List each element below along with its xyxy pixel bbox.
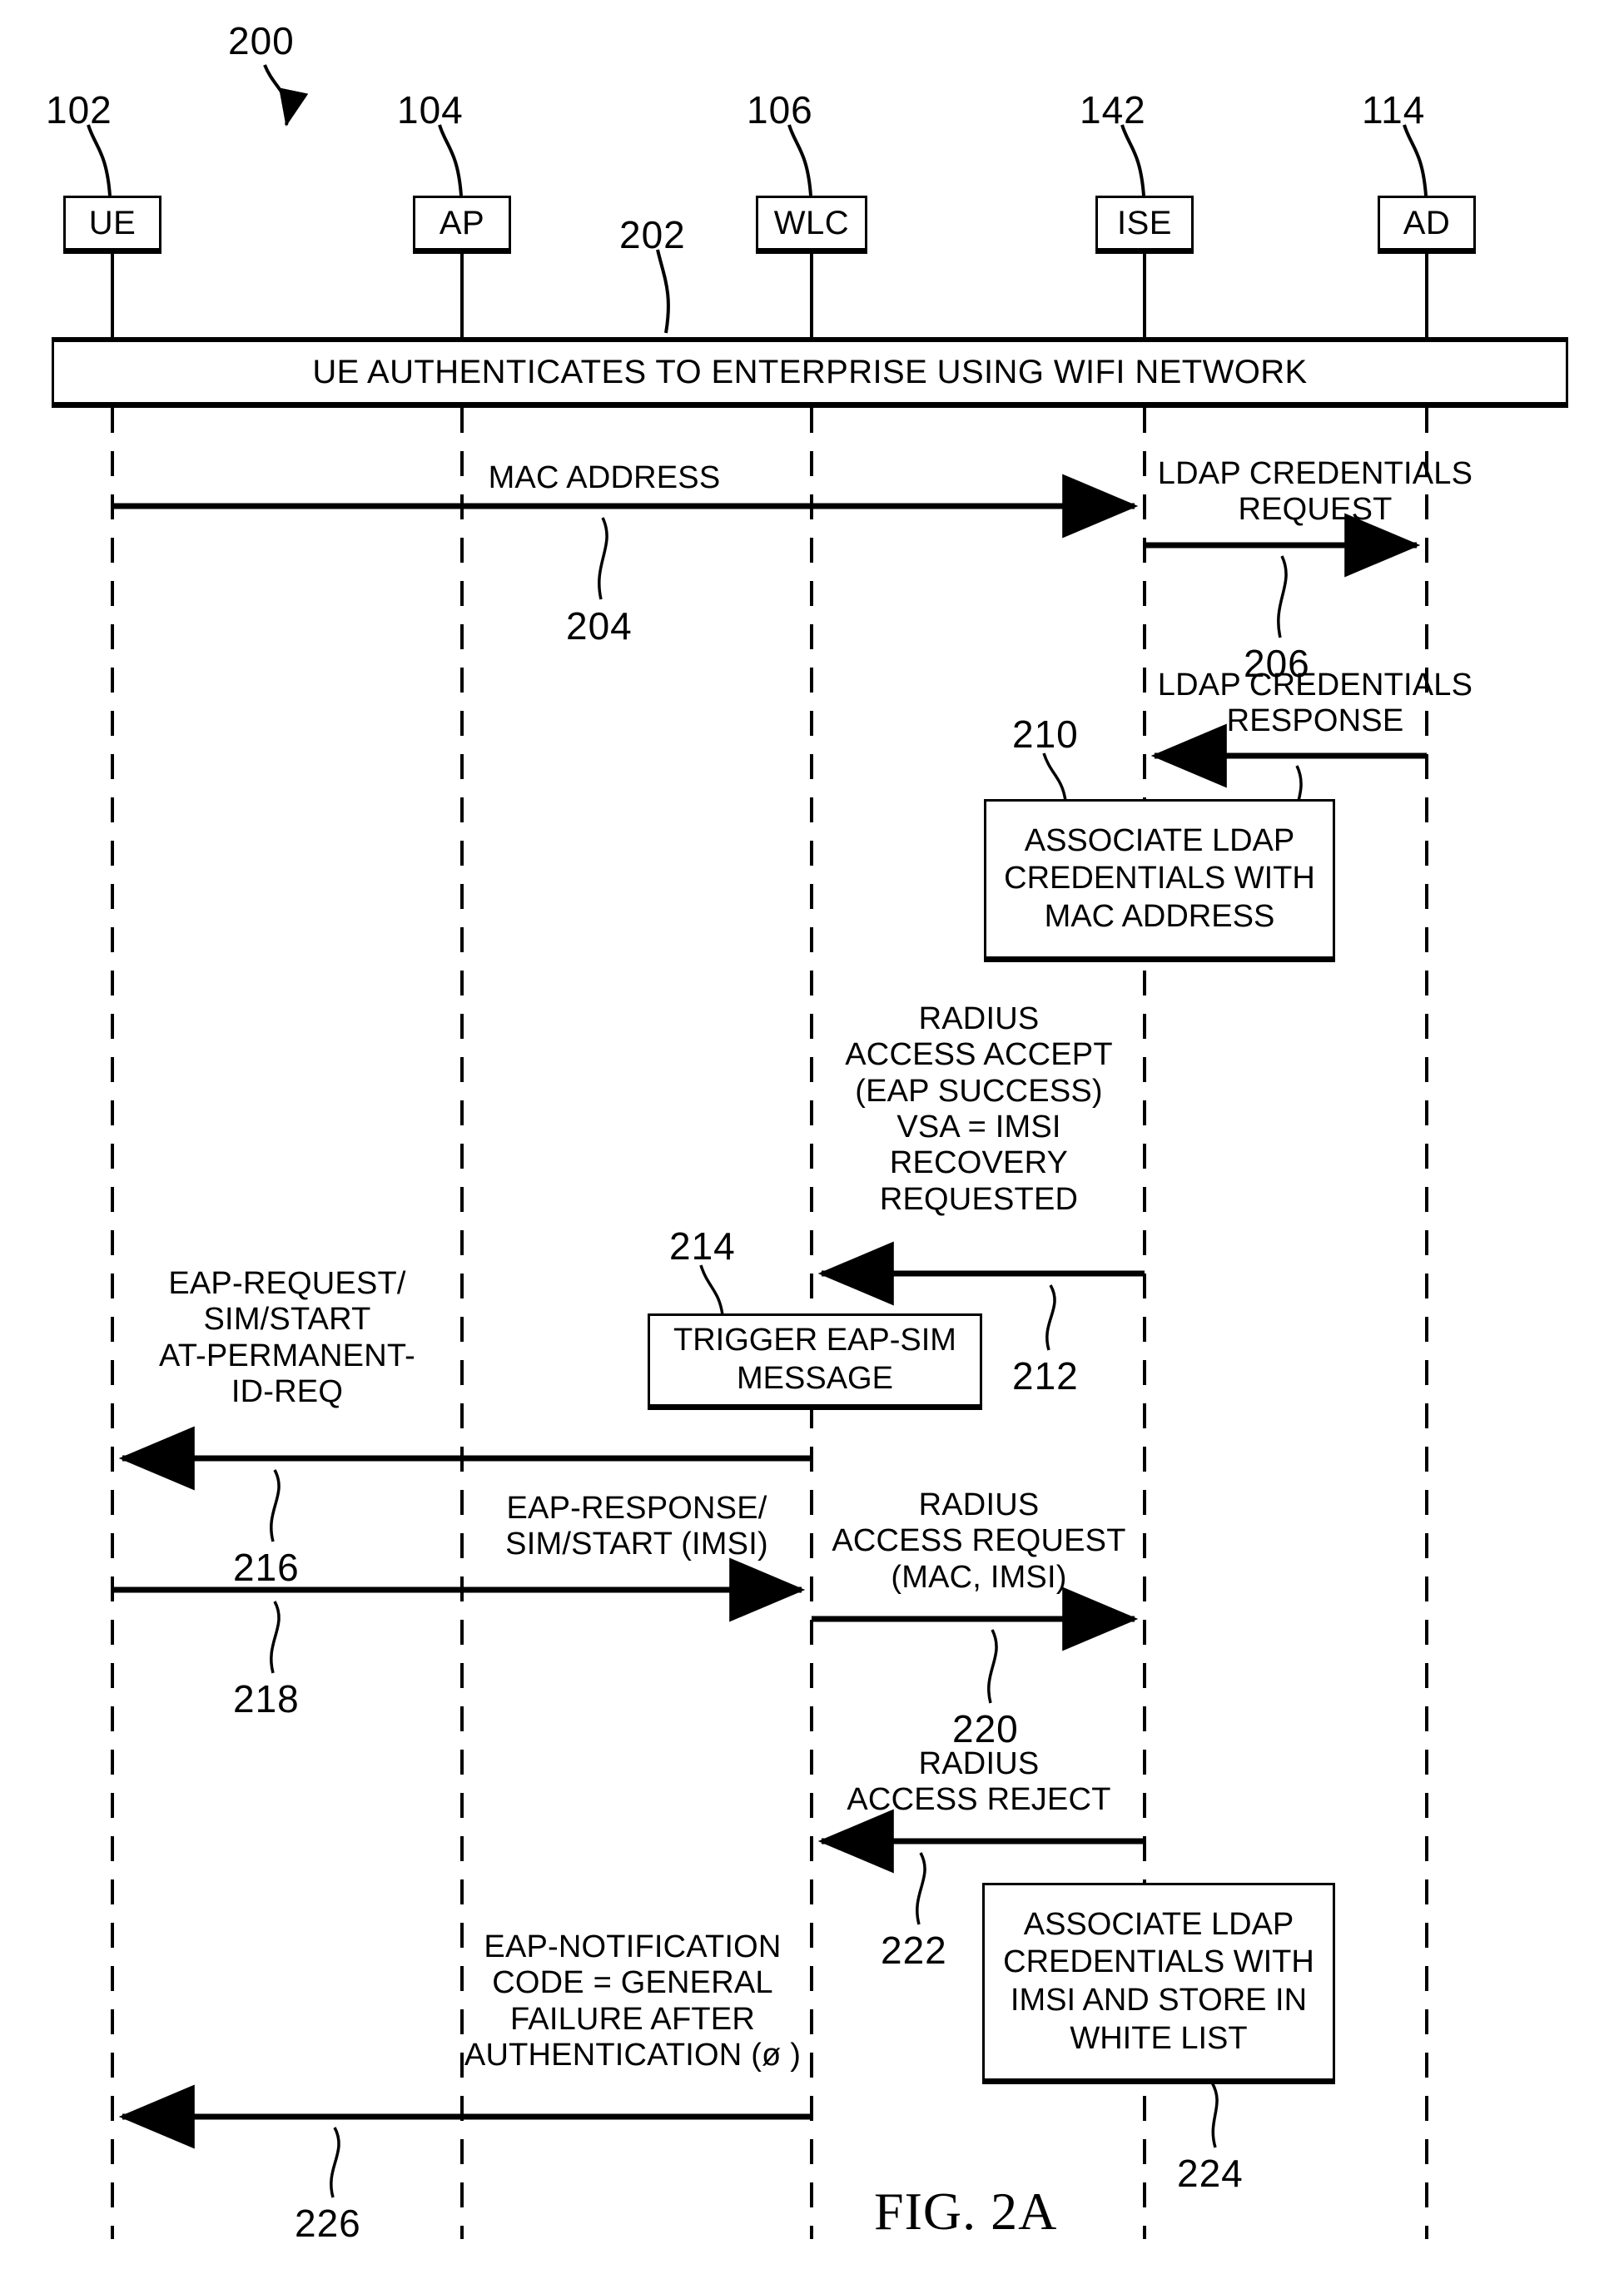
figure-ref-leader-200: [263, 64, 309, 127]
message-label-212: RADIUS ACCESS ACCEPT (EAP SUCCESS) VSA =…: [845, 1001, 1113, 1217]
message-label-218: EAP-RESPONSE/ SIM/START (IMSI): [505, 1491, 768, 1562]
ref-number-222: 222: [881, 1929, 947, 1972]
ref-number-210: 210: [1012, 713, 1079, 756]
lifeline-node-ap: AP: [413, 196, 511, 254]
message-label-220: RADIUS ACCESS REQUEST (MAC, IMSI): [832, 1487, 1126, 1595]
process-box-associate-ldap-imsi: ASSOCIATE LDAP CREDENTIALS WITH IMSI AND…: [982, 1883, 1335, 2084]
ref-number-142: 142: [1080, 88, 1146, 132]
ref-number-224: 224: [1177, 2152, 1244, 2195]
ref-leader-202: [656, 249, 670, 334]
lifeline-node-ue: UE: [63, 196, 161, 254]
lifeline-node-ise: ISE: [1095, 196, 1194, 254]
ref-number-214: 214: [669, 1224, 736, 1268]
message-label-208: LDAP CREDENTIALS RESPONSE: [1157, 668, 1473, 739]
message-label-222: RADIUS ACCESS REJECT: [847, 1746, 1111, 1818]
message-label-204: MAC ADDRESS: [488, 460, 721, 495]
ref-leader-214: [699, 1264, 724, 1316]
lifeline-node-wlc: WLC: [756, 196, 867, 254]
ref-number-200: 200: [228, 19, 295, 62]
message-label-226: EAP-NOTIFICATION CODE = GENERAL FAILURE …: [464, 1929, 802, 2073]
process-box-trigger-eap-sim: TRIGGER EAP-SIM MESSAGE: [648, 1313, 982, 1410]
ref-number-104: 104: [397, 88, 464, 132]
message-arrow-226: [118, 2084, 812, 2198]
node-ref-leaders: [87, 124, 1428, 196]
message-arrow-204: [112, 474, 1139, 600]
ref-number-216: 216: [233, 1546, 300, 1589]
ref-number-220: 220: [952, 1707, 1019, 1750]
lifeline-node-ad: AD: [1378, 196, 1476, 254]
ref-number-226: 226: [295, 2202, 361, 2245]
process-box-associate-ldap-mac: ASSOCIATE LDAP CREDENTIALS WITH MAC ADDR…: [984, 799, 1335, 962]
patent-figure-sheet: 200 102 104 106 142 114 202 204 206 208 …: [0, 0, 1624, 2284]
ref-number-106: 106: [747, 88, 813, 132]
ref-number-218: 218: [233, 1677, 300, 1720]
figure-caption: FIG. 2A: [874, 2182, 1058, 2241]
message-arrow-220: [812, 1586, 1139, 1704]
banner-ue-authenticates: UE AUTHENTICATES TO ENTERPRISE USING WIF…: [52, 337, 1568, 408]
ref-number-102: 102: [46, 88, 112, 132]
ref-number-204: 204: [566, 604, 633, 648]
ref-number-114: 114: [1362, 88, 1426, 132]
ref-leader-224: [1210, 2082, 1219, 2148]
message-arrow-218: [112, 1557, 806, 1674]
ref-number-212: 212: [1012, 1354, 1079, 1398]
message-label-216: EAP-REQUEST/ SIM/START AT-PERMANENT- ID-…: [158, 1266, 416, 1409]
message-label-206: LDAP CREDENTIALS REQUEST: [1157, 456, 1473, 528]
ref-number-202: 202: [619, 213, 686, 256]
ref-leader-210: [1042, 752, 1067, 802]
message-arrow-206: [1145, 513, 1421, 638]
